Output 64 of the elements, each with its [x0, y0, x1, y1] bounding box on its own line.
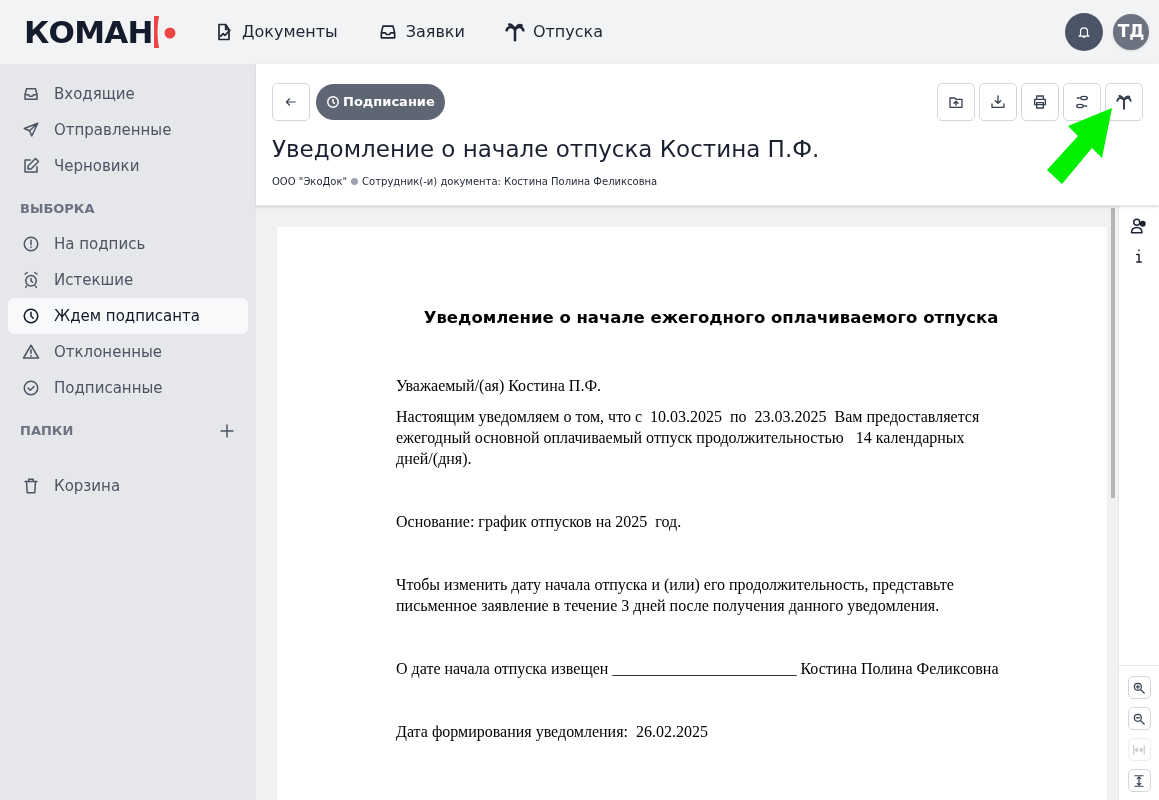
bell-icon [1077, 25, 1091, 39]
sidebar-item[interactable]: Отклоненные [8, 334, 248, 370]
alarm-clock-icon [22, 271, 40, 289]
warning-triangle-icon [22, 343, 40, 361]
zoom-out-icon [1132, 711, 1146, 726]
footprints-button[interactable] [1063, 83, 1101, 121]
section-title: ПАПКИ [20, 422, 74, 441]
people-icon [1130, 217, 1148, 235]
zoom-in-button[interactable] [1127, 676, 1151, 699]
document-paragraph: Настоящим уведомляем о том, что с 10.03.2025 по 23.03.2025 Вам предоставляется ежегодный основной оплачиваемый отпуск продолжительностью 14 календарных дней/(дня). [396, 406, 981, 469]
document-heading: Уведомление о начале ежегодного оплачиваемого отпуска [422, 307, 1000, 329]
notifications-button[interactable] [1065, 13, 1103, 51]
palm-tree-button[interactable] [1105, 83, 1143, 121]
sidebar-item[interactable]: Черновики [8, 148, 248, 184]
zoom-out-button[interactable] [1127, 707, 1151, 730]
fit-width-icon [1132, 742, 1146, 757]
back-arrow-icon [284, 95, 298, 109]
download-tray-button[interactable] [979, 83, 1017, 121]
exclamation-circle-icon [22, 235, 40, 253]
nav-link[interactable]: Отпуска [504, 20, 604, 44]
add-folder-button[interactable] [218, 422, 236, 440]
document-paragraph: О дате начала отпуска извещен _______________________ Костина Полина Феликсовна [396, 658, 1000, 679]
folder-upload-button[interactable] [937, 83, 975, 121]
section-title: ВЫБОРКА [20, 200, 95, 219]
sidebar-item[interactable]: Входящие [8, 76, 248, 112]
scrollbar[interactable] [1111, 208, 1115, 498]
printer-icon [1032, 94, 1048, 110]
palm-tree-icon [504, 22, 525, 42]
clock-icon [22, 307, 40, 325]
document-paragraph: Чтобы изменить дату начала отпуска и (или) его продолжительность, представьте письменное заявление в течение 3 дней после получения данного уведомления. [396, 574, 955, 616]
nav-link[interactable]: Документы [214, 20, 338, 44]
sidebar-item[interactable]: Ждем подписанта [8, 298, 248, 334]
document-title: Уведомление о начале отпуска Костина П.Ф. [272, 135, 821, 164]
download-tray-icon [990, 94, 1006, 110]
folder-upload-icon [948, 94, 964, 110]
document-employees: Сотрудник(-и) документа: Костина Полина Феликсовна [362, 175, 658, 189]
pencil-square-icon [22, 157, 40, 175]
logo-mark-icon [152, 15, 177, 49]
status-badge: Подписание [316, 84, 445, 120]
check-circle-icon [22, 379, 40, 397]
printer-button[interactable] [1021, 83, 1059, 121]
trash-icon [22, 477, 40, 495]
sidebar-item[interactable]: Отправленные [8, 112, 248, 148]
plus-icon [218, 422, 236, 440]
people-button[interactable] [1129, 216, 1149, 236]
clock-icon [326, 95, 340, 109]
sidebar-item[interactable]: Корзина [8, 468, 248, 504]
document-paragraph: Дата формирования уведомления: 26.02.2025 [396, 721, 709, 742]
tray-icon [22, 85, 40, 103]
user-avatar[interactable]: ТД [1113, 14, 1149, 50]
footprints-icon [1074, 94, 1090, 110]
logo-text: КОМАН [24, 16, 153, 48]
sidebar-item[interactable]: Истекшие [8, 262, 248, 298]
fit-height-icon [1132, 773, 1146, 788]
palm-tree-icon [1116, 94, 1132, 110]
organization-name: ООО "ЭкоДок" [272, 175, 348, 189]
document-paragraph: Основание: график отпусков на 2025 год. [396, 511, 683, 532]
document-paragraph: Уважаемый/(ая) Костина П.Ф. [396, 375, 602, 396]
sidebar-item[interactable]: На подпись [8, 226, 248, 262]
nav-link[interactable]: Заявки [377, 20, 465, 44]
zoom-in-icon [1132, 680, 1146, 695]
fit-height-button[interactable] [1127, 769, 1151, 792]
paper-plane-icon [22, 121, 40, 139]
sidebar-item[interactable]: Подписанные [8, 370, 248, 406]
